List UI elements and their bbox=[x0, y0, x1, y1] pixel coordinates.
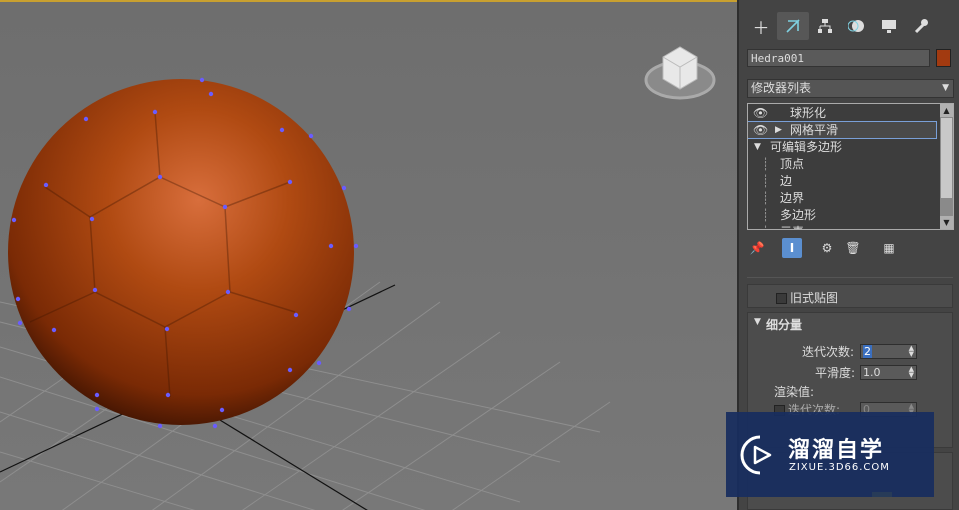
stack-scrollbar[interactable]: ▲ ▼ bbox=[940, 104, 953, 229]
remove-modifier-icon[interactable]: 🗑 bbox=[843, 238, 863, 258]
object-color-swatch[interactable] bbox=[936, 49, 951, 67]
render-values-label: 渲染值: bbox=[774, 385, 815, 399]
stack-subitem-label: 顶点 bbox=[780, 157, 805, 171]
perspective-viewport[interactable] bbox=[0, 0, 737, 510]
subdivision-title[interactable]: 细分量 bbox=[766, 316, 802, 333]
legacy-mapping-label: 旧式贴图 bbox=[790, 291, 839, 305]
object-name-field[interactable]: Hedra001 bbox=[747, 49, 930, 67]
motion-tab-icon[interactable] bbox=[841, 12, 873, 40]
grid-axis-line bbox=[214, 416, 368, 510]
make-unique-icon[interactable]: ⚙ bbox=[817, 238, 837, 258]
iterations-label: 迭代次数: bbox=[802, 345, 855, 359]
watermark-brand: 溜溜自学 bbox=[788, 438, 885, 463]
tree-line: ┊ bbox=[762, 224, 769, 229]
rollout-collapse-icon[interactable]: ▼ bbox=[754, 317, 761, 327]
scrollbar-thumb[interactable] bbox=[941, 118, 952, 198]
hierarchy-tab-icon[interactable] bbox=[809, 12, 841, 40]
modifier-stack[interactable]: 👁 球形化 👁 ▶ 网格平滑 ▼ 可编辑多边形 ┊ 顶点 ┊ 边 ┊ 边界 ┊ … bbox=[747, 103, 954, 230]
tree-line: ┊ bbox=[762, 174, 770, 188]
watermark-url: ZIXUE.3D66.COM bbox=[789, 462, 890, 473]
show-end-result-icon[interactable]: I bbox=[782, 238, 802, 258]
create-tab-icon[interactable]: ＋ bbox=[745, 12, 777, 40]
play-logo-icon bbox=[740, 435, 772, 475]
stack-subitem-label: 边界 bbox=[780, 191, 805, 205]
spinner-arrows-icon[interactable]: ▲▼ bbox=[909, 345, 914, 358]
eye-icon[interactable]: 👁 bbox=[753, 105, 768, 121]
iterations-value[interactable]: 2 bbox=[863, 345, 872, 358]
divider bbox=[747, 277, 953, 278]
smoothness-spinner[interactable]: 1.0 ▲ ▼ bbox=[860, 365, 917, 380]
stack-toolbar: 📌 I ⚙ 🗑 ▦ bbox=[747, 236, 957, 260]
stack-item[interactable]: 👁 球形化 bbox=[748, 105, 938, 121]
iterations-spinner[interactable]: 2 ▲ ▼ bbox=[860, 344, 917, 359]
smoothness-value[interactable]: 1.0 bbox=[863, 366, 881, 379]
watermark-overlay: 溜溜自学 ZIXUE.3D66.COM bbox=[726, 412, 934, 497]
smoothness-label: 平滑度: bbox=[815, 366, 856, 380]
modifier-list-dropdown[interactable]: 修改器列表 ▼ bbox=[747, 79, 954, 98]
legacy-mapping-checkbox[interactable]: 旧式贴图 bbox=[776, 289, 838, 306]
hedra-sphere[interactable] bbox=[8, 79, 354, 425]
stack-subitem-label: 元素 bbox=[780, 224, 804, 229]
stack-item-label: 网格平滑 bbox=[790, 123, 839, 137]
stack-item-selected[interactable]: 👁 ▶ 网格平滑 bbox=[748, 121, 937, 139]
scroll-up-icon[interactable]: ▲ bbox=[940, 104, 953, 117]
modify-tab-icon[interactable] bbox=[777, 12, 809, 40]
legacy-mapping-rollout: 旧式贴图 bbox=[747, 284, 953, 308]
spinner-arrows-icon[interactable]: ▲▼ bbox=[909, 366, 914, 379]
pin-stack-icon[interactable]: 📌 bbox=[747, 238, 767, 258]
stack-item-label: 球形化 bbox=[790, 106, 827, 120]
stack-item-label: 可编辑多边形 bbox=[770, 140, 843, 154]
utilities-tab-icon[interactable] bbox=[905, 12, 937, 40]
tree-line: ┊ bbox=[762, 157, 770, 171]
stack-subitem-label: 边 bbox=[780, 174, 793, 188]
display-tab-icon[interactable] bbox=[873, 12, 905, 40]
configure-modifier-sets-icon[interactable]: ▦ bbox=[879, 238, 899, 258]
modifier-list-label: 修改器列表 bbox=[751, 81, 812, 95]
viewport-scene bbox=[0, 46, 716, 510]
scroll-down-icon[interactable]: ▼ bbox=[940, 216, 953, 229]
collapse-arrow-icon[interactable]: ▼ bbox=[754, 139, 761, 155]
eye-icon[interactable]: 👁 bbox=[753, 122, 768, 138]
viewcube[interactable] bbox=[644, 46, 716, 100]
tree-line: ┊ bbox=[762, 208, 770, 222]
command-panel-tabs: ＋ bbox=[745, 12, 955, 40]
tree-line: ┊ bbox=[762, 191, 770, 205]
expand-arrow-icon[interactable]: ▶ bbox=[775, 122, 782, 138]
dropdown-arrow-icon: ▼ bbox=[942, 83, 949, 93]
stack-subitem-label: 多边形 bbox=[780, 208, 817, 222]
